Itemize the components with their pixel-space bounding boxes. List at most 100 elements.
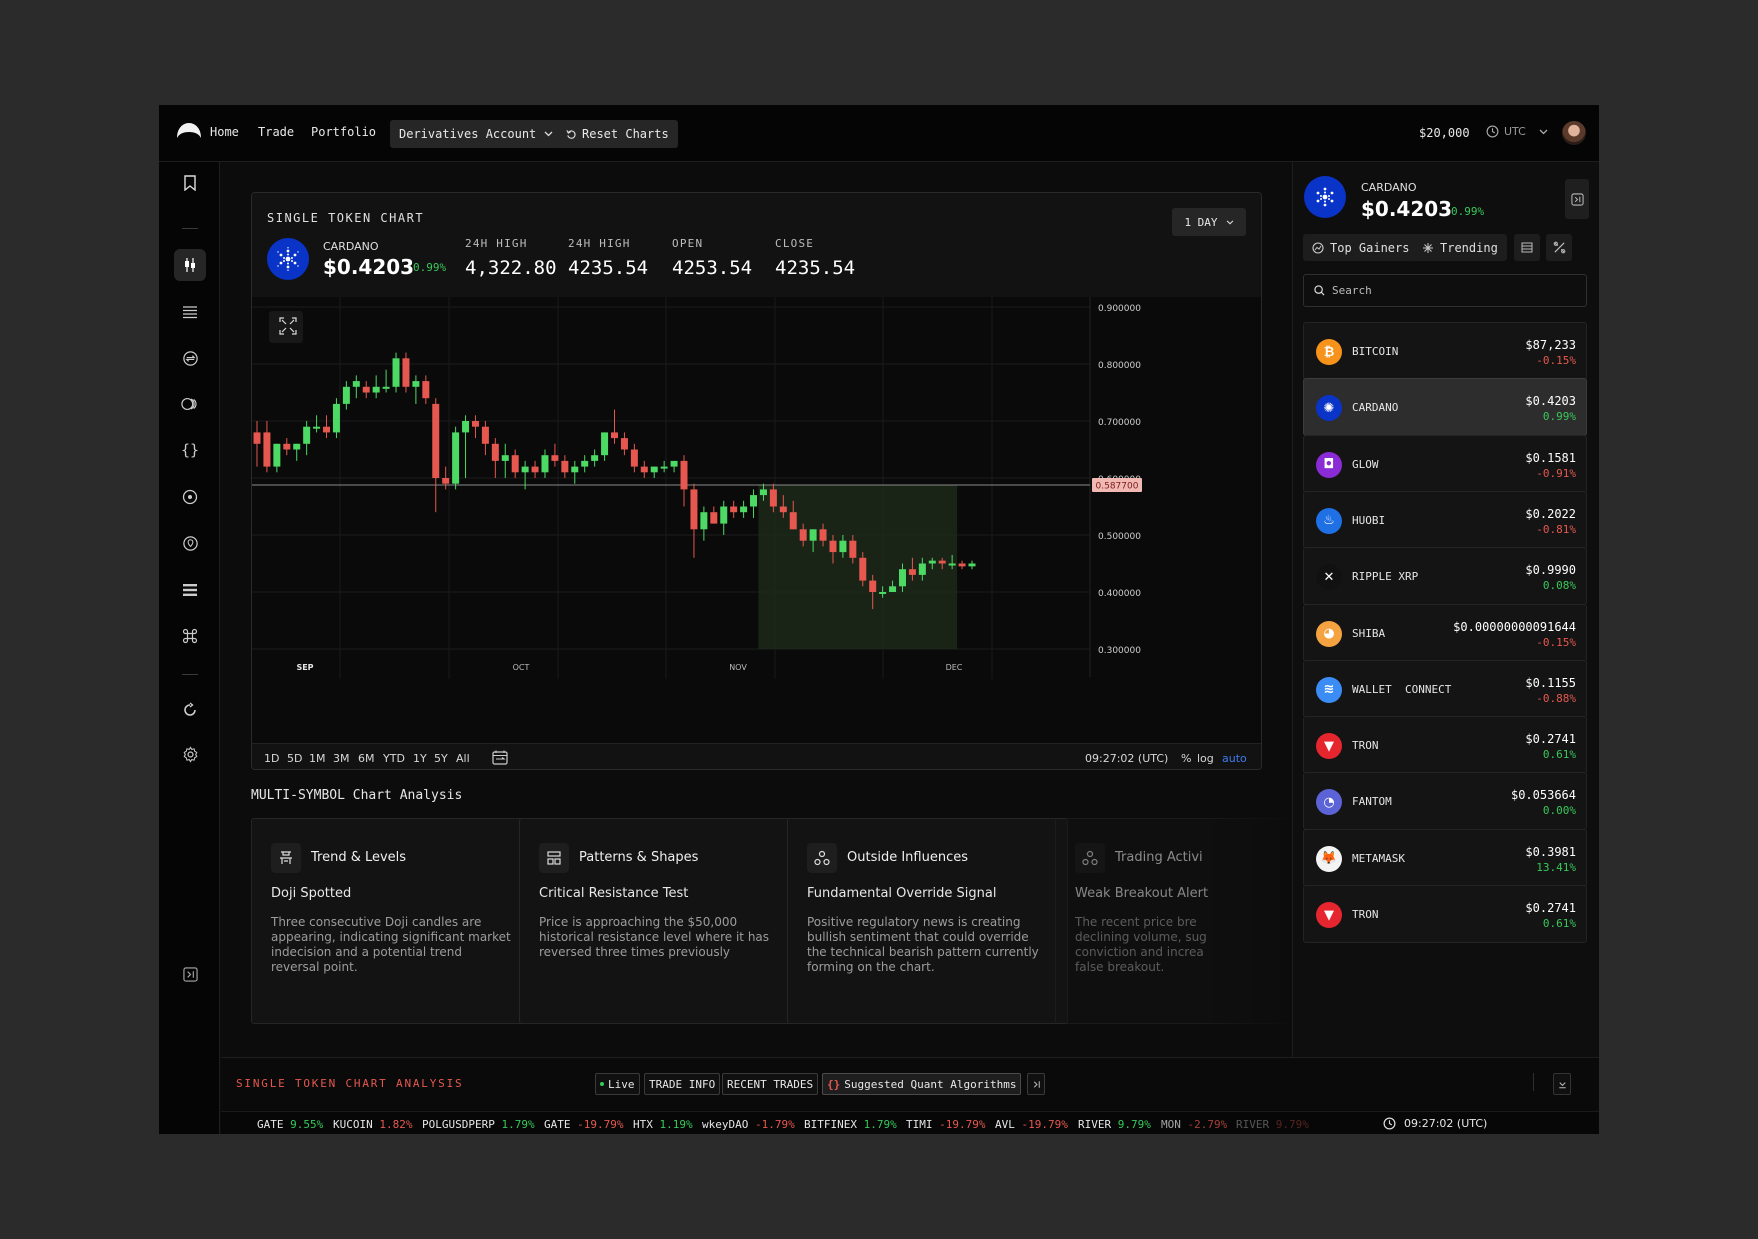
tools-icon[interactable] bbox=[1546, 234, 1572, 261]
coin-row-tron[interactable]: ▼ TRON $0.2741 0.61% bbox=[1303, 885, 1587, 943]
candle-body bbox=[332, 403, 340, 433]
ticker-item[interactable]: wkeyDAO -1.79% bbox=[702, 1118, 795, 1131]
coin-name: GLOW bbox=[1352, 457, 1379, 471]
coin-row-wallet-connect[interactable]: ≋ WALLET CONNECT $0.1155 -0.88% bbox=[1303, 659, 1587, 718]
coin-row-huobi[interactable]: ♨ HUOBI $0.2022 -0.81% bbox=[1303, 490, 1587, 549]
candle-body bbox=[283, 443, 291, 450]
ticker-item[interactable]: KUCOIN 1.82% bbox=[333, 1118, 412, 1131]
candle-body bbox=[253, 432, 261, 444]
coin-row-glow[interactable]: ◘ GLOW $0.1581 -0.91% bbox=[1303, 434, 1587, 493]
coin-change: 0.61% bbox=[1542, 748, 1576, 762]
nav-trade[interactable]: Trade bbox=[258, 125, 294, 139]
candle-body bbox=[412, 381, 420, 387]
interval-dropdown[interactable]: 1 DAY bbox=[1172, 208, 1246, 236]
collapse-panel-icon[interactable] bbox=[1565, 179, 1589, 219]
candle-body bbox=[481, 426, 489, 444]
coin-row-shiba[interactable]: ◕ SHIBA $0.00000000091644 -0.15% bbox=[1303, 603, 1587, 662]
ticker-item[interactable]: POLGUSDPERP 1.79% bbox=[422, 1118, 535, 1131]
ticker-item[interactable]: RIVER 9.79% bbox=[1078, 1118, 1151, 1131]
date-range-icon[interactable] bbox=[492, 750, 508, 765]
code-braces-icon[interactable]: {} bbox=[174, 434, 206, 466]
card-title: Trend & Levels bbox=[311, 850, 407, 865]
analysis-card[interactable]: Outside Influences Fundamental Override … bbox=[787, 818, 1068, 1024]
nav-home[interactable]: Home bbox=[210, 125, 239, 139]
scale-percent-toggle[interactable]: % bbox=[1181, 752, 1191, 765]
location-icon[interactable] bbox=[174, 527, 206, 559]
account-dropdown[interactable]: Derivatives Account bbox=[390, 120, 563, 148]
search-input[interactable] bbox=[1332, 284, 1562, 297]
fullscreen-button bbox=[269, 311, 303, 343]
candlestick-chart[interactable]: 0.9000000.8000000.7000000.6000000.500000… bbox=[252, 297, 1262, 743]
card-title: Patterns & Shapes bbox=[579, 850, 699, 865]
brand-logo-icon[interactable] bbox=[175, 122, 203, 140]
refresh-icon[interactable] bbox=[174, 694, 206, 726]
timeframe-1m[interactable]: 1M bbox=[309, 752, 326, 765]
trade-info-button[interactable]: TRADE INFO bbox=[644, 1073, 721, 1095]
candles-icon[interactable] bbox=[174, 249, 206, 281]
ticker-item[interactable]: GATE -19.79% bbox=[544, 1118, 623, 1131]
coin-row-ripple-xrp[interactable]: ✕ RIPPLE XRP $0.9990 0.08% bbox=[1303, 547, 1587, 606]
candle-body bbox=[829, 540, 837, 553]
exchange-icon[interactable] bbox=[174, 342, 206, 374]
candle-body bbox=[759, 489, 767, 496]
trend-levels-icon bbox=[271, 843, 301, 873]
settings-gear-icon[interactable] bbox=[174, 738, 206, 770]
expand-bottom-icon[interactable] bbox=[1027, 1073, 1045, 1095]
ticker-change: 1.79% bbox=[501, 1118, 535, 1131]
tab-top-gainers[interactable]: Top Gainers bbox=[1303, 234, 1419, 261]
expand-panel-icon[interactable] bbox=[174, 958, 206, 990]
ticker-item[interactable]: TIMI -19.79% bbox=[906, 1118, 985, 1131]
coin-row-bitcoin[interactable]: ₿ BITCOIN $87,233 -0.15% bbox=[1303, 322, 1587, 380]
coin-name: TRON bbox=[1352, 739, 1379, 753]
timeframe-5y[interactable]: 5Y bbox=[434, 752, 448, 765]
coin-row-cardano[interactable]: ✺ CARDANO $0.4203 0.99% bbox=[1303, 378, 1587, 437]
ticker-item[interactable]: AVL -19.79% bbox=[995, 1118, 1068, 1131]
list-icon[interactable] bbox=[174, 296, 206, 328]
stack-list-icon[interactable] bbox=[174, 574, 206, 606]
target-icon[interactable] bbox=[174, 481, 206, 513]
ticker-item[interactable]: MON -2.79% bbox=[1161, 1118, 1227, 1131]
ticker-item[interactable]: HTX 1.19% bbox=[633, 1118, 693, 1131]
scale-auto-toggle[interactable]: auto bbox=[1222, 752, 1247, 765]
user-avatar[interactable] bbox=[1562, 121, 1586, 145]
candle-body bbox=[908, 569, 916, 575]
command-icon[interactable] bbox=[174, 620, 206, 652]
timeframe-1y[interactable]: 1Y bbox=[413, 752, 427, 765]
token-change: 0.99% bbox=[413, 261, 447, 274]
ticker-item[interactable]: GATE 9.55% bbox=[257, 1118, 323, 1131]
ticker-item[interactable]: BITFINEX 1.79% bbox=[804, 1118, 897, 1131]
minimize-panel-icon[interactable] bbox=[1553, 1073, 1571, 1095]
table-view-icon[interactable] bbox=[1514, 234, 1540, 261]
nav-portfolio[interactable]: Portfolio bbox=[311, 125, 376, 139]
candle-body bbox=[432, 403, 440, 478]
timeframe-5d[interactable]: 5D bbox=[287, 752, 302, 765]
timeframe-all[interactable]: All bbox=[456, 752, 470, 765]
live-dot-icon bbox=[600, 1082, 604, 1086]
ticker-time: 09:27:02 (UTC) bbox=[1404, 1117, 1488, 1130]
tab-trending[interactable]: Trending bbox=[1413, 234, 1507, 261]
y-tick-label: 0.700000 bbox=[1098, 418, 1141, 428]
coins-icon[interactable] bbox=[174, 388, 206, 420]
ticker-item[interactable]: RIVER 9.79% bbox=[1236, 1118, 1309, 1131]
clock-icon bbox=[1486, 125, 1499, 138]
analysis-card[interactable]: Trend & Levels Doji Spotted Three consec… bbox=[251, 818, 532, 1024]
quant-algorithms-button[interactable]: {} Suggested Quant Algorithms bbox=[822, 1073, 1022, 1095]
scale-log-toggle[interactable]: log bbox=[1197, 752, 1214, 765]
timeframe-6m[interactable]: 6M bbox=[358, 752, 375, 765]
bookmark-icon[interactable] bbox=[174, 167, 206, 199]
code-braces-icon: {} bbox=[827, 1077, 841, 1091]
timezone-selector[interactable]: UTC bbox=[1486, 125, 1548, 138]
coin-row-tron[interactable]: ▼ TRON $0.2741 0.61% bbox=[1303, 716, 1587, 775]
recent-trades-button[interactable]: RECENT TRADES bbox=[722, 1073, 819, 1095]
reset-charts-button[interactable]: Reset Charts bbox=[557, 120, 678, 148]
live-button[interactable]: Live bbox=[595, 1073, 640, 1095]
analysis-card[interactable]: Patterns & Shapes Critical Resistance Te… bbox=[519, 818, 800, 1024]
timeframe-1d[interactable]: 1D bbox=[264, 752, 279, 765]
candle-body bbox=[303, 426, 311, 444]
coin-price: $0.1155 bbox=[1525, 675, 1576, 690]
coin-row-fantom[interactable]: ◔ FANTOM $0.053664 0.00% bbox=[1303, 772, 1587, 831]
coin-row-metamask[interactable]: 🦊 METAMASK $0.3981 13.41% bbox=[1303, 828, 1587, 887]
timeframe-3m[interactable]: 3M bbox=[333, 752, 350, 765]
timeframe-ytd[interactable]: YTD bbox=[383, 752, 405, 765]
card-title: Trading Activi bbox=[1115, 850, 1203, 865]
